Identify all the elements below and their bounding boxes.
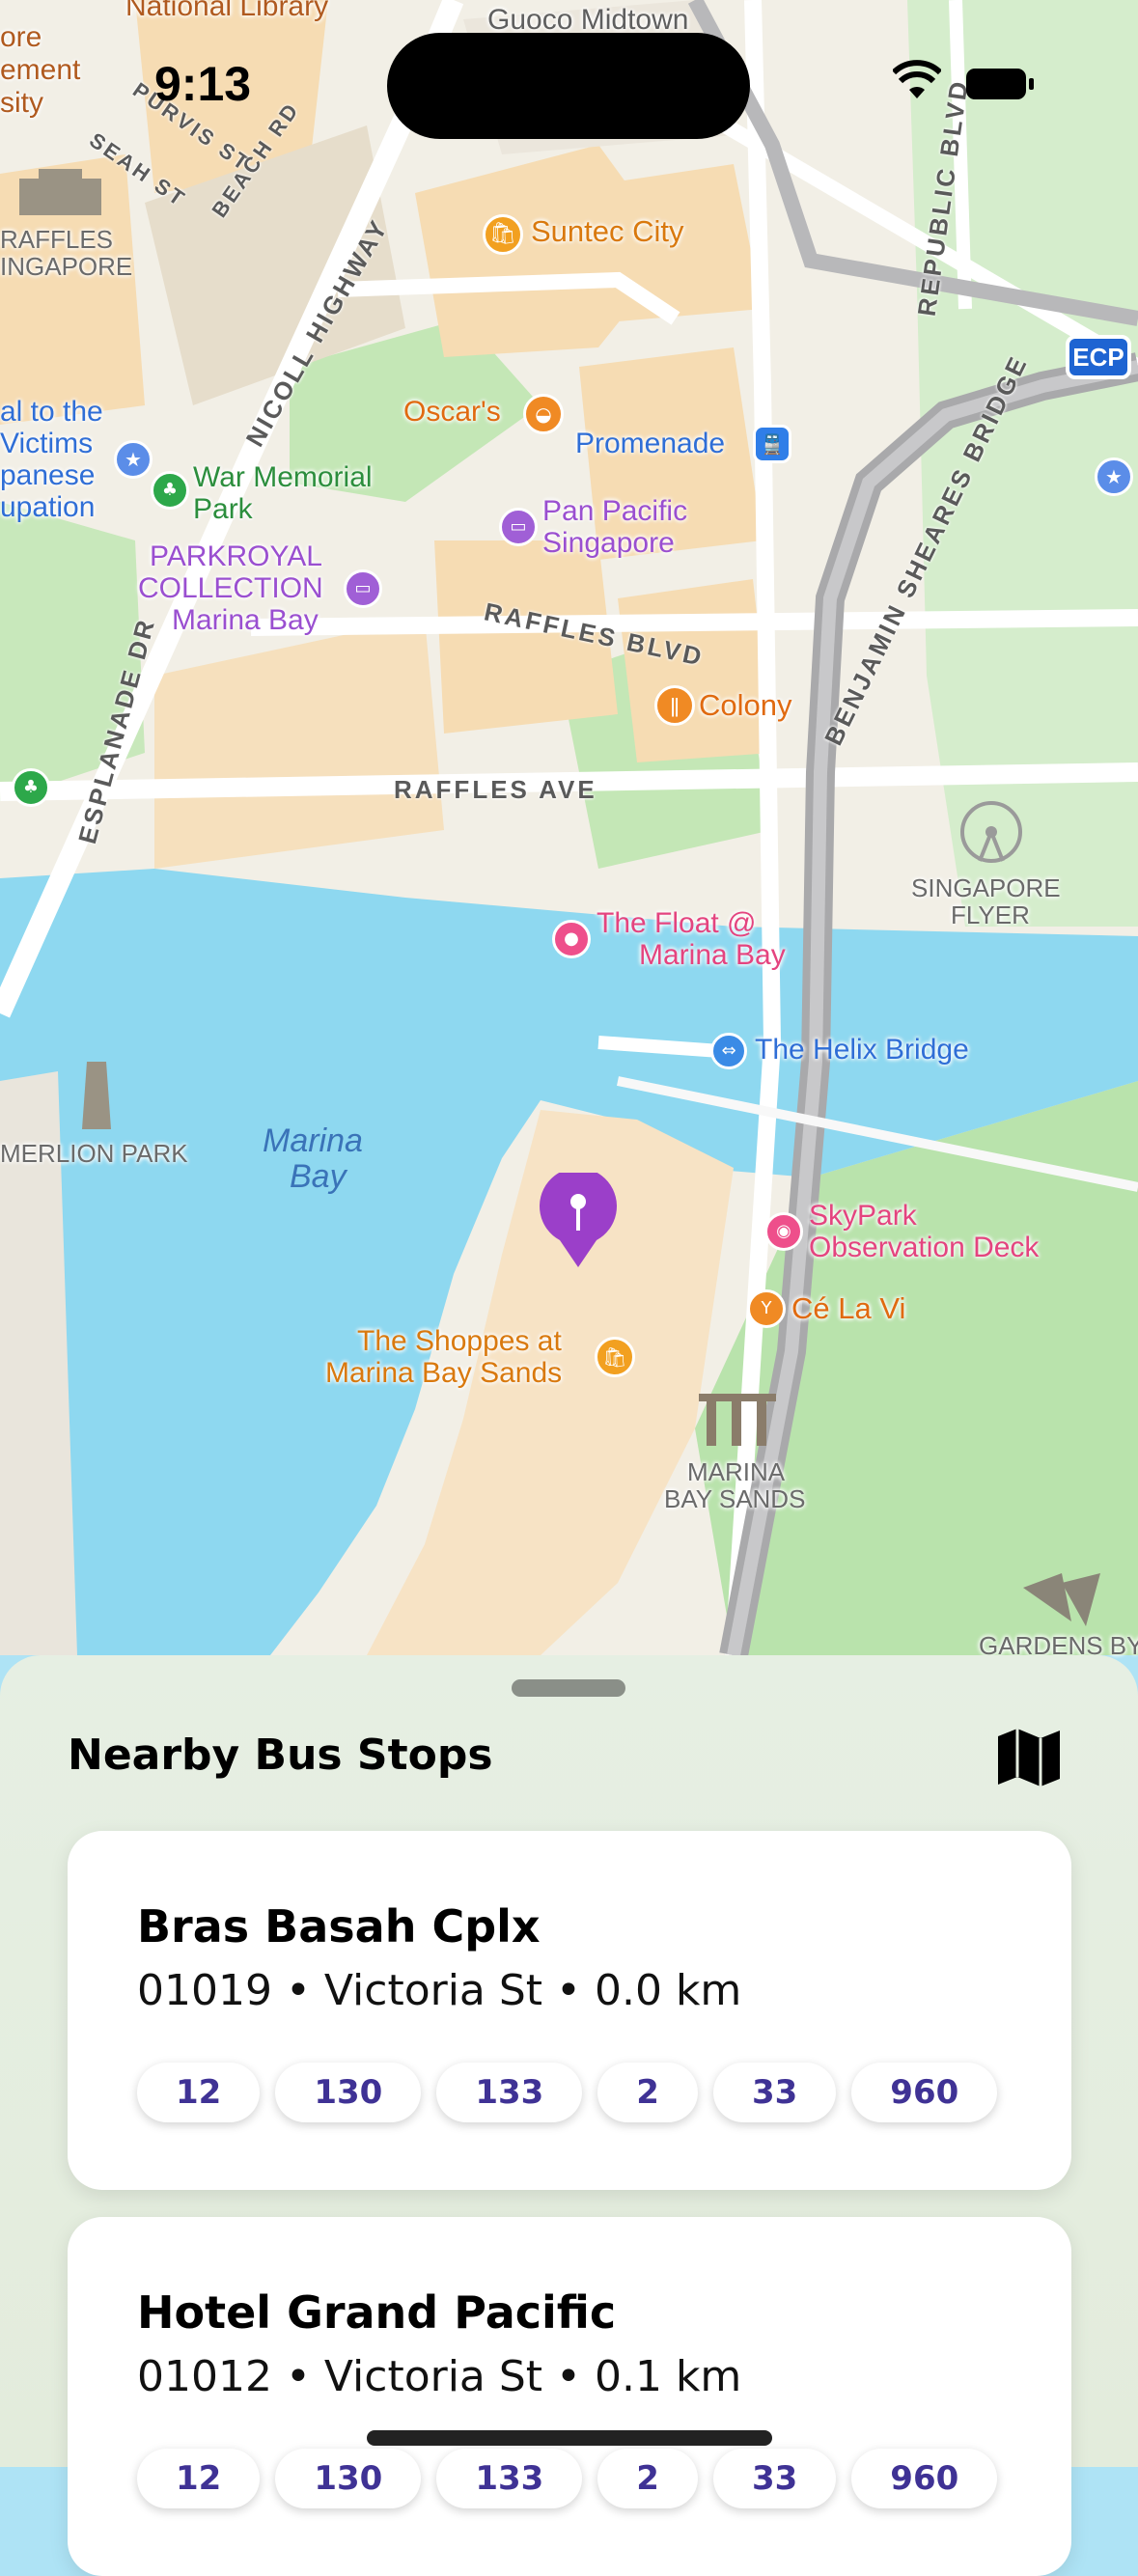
bus-service-list: 12 130 133 2 33 960 <box>137 2063 998 2122</box>
sheet-title: Nearby Bus Stops <box>68 1731 493 1780</box>
landmark-singapore-flyer-line-2[interactable]: FLYER <box>951 900 1030 930</box>
sheet-grabber[interactable] <box>512 1679 625 1697</box>
status-bar: 9:13 <box>0 0 1138 145</box>
hotel-bed-icon[interactable]: ▭ <box>344 569 382 608</box>
poi-the-float-line-1[interactable]: The Float @ <box>597 907 757 940</box>
observation-deck-icon[interactable]: ◉ <box>764 1212 803 1251</box>
poi-pan-pacific-line-1[interactable]: Pan Pacific <box>542 495 687 528</box>
bus-service-chip[interactable]: 130 <box>275 2063 422 2122</box>
poi-civilian-war-line-2: Victims <box>0 428 94 459</box>
landmark-star-icon[interactable]: ★ <box>114 440 153 479</box>
dynamic-island <box>387 33 750 139</box>
bus-service-chip[interactable]: 2 <box>597 2063 698 2122</box>
status-time: 9:13 <box>154 57 252 111</box>
poi-shoppes-line-2[interactable]: Marina Bay Sands <box>325 1357 562 1390</box>
water-label-marina-line-2: Bay <box>290 1158 347 1195</box>
water-label-marina-line-1: Marina <box>263 1122 363 1159</box>
bus-stop-name: Bras Basah Cplx <box>137 1900 541 1953</box>
poi-colony[interactable]: Colony <box>699 688 792 723</box>
bus-service-chip[interactable]: 960 <box>851 2063 998 2122</box>
poi-oscars[interactable]: Oscar's <box>403 396 501 429</box>
bus-service-chip[interactable]: 33 <box>712 2449 837 2508</box>
shopping-icon[interactable]: 🛍 <box>483 214 523 255</box>
map-icon <box>998 1729 1060 1787</box>
poi-parkroyal-line-2[interactable]: COLLECTION <box>138 572 323 605</box>
poi-promenade[interactable]: Promenade <box>575 428 725 460</box>
map-toggle-button[interactable] <box>994 1723 1064 1792</box>
map-view[interactable]: National Library Guoco Midtown ore ement… <box>0 0 1138 1660</box>
poi-pan-pacific-line-2[interactable]: Singapore <box>542 527 675 560</box>
home-indicator[interactable] <box>367 2430 772 2446</box>
bus-service-chip[interactable]: 33 <box>712 2063 837 2122</box>
park-tree-icon[interactable]: ♣ <box>12 768 50 807</box>
attraction-icon[interactable]: ● <box>552 920 591 958</box>
poi-civilian-war-line-3: panese <box>0 459 96 491</box>
landmark-raffles-line-2: INGAPORE <box>0 252 133 281</box>
landmark-singapore-flyer-line-1[interactable]: SINGAPORE <box>911 873 1061 903</box>
bus-service-chip[interactable]: 2 <box>597 2449 698 2508</box>
bar-icon[interactable]: Y <box>747 1289 786 1328</box>
poi-skypark-line-2[interactable]: Observation Deck <box>809 1232 1039 1264</box>
bus-service-chip[interactable]: 12 <box>137 2449 261 2508</box>
poi-war-memorial-line-1[interactable]: War Memorial <box>193 461 373 494</box>
bus-service-chip[interactable]: 12 <box>137 2063 261 2122</box>
shopping-icon[interactable]: 🛍 <box>595 1337 635 1377</box>
landmark-raffles-line-1: RAFFLES <box>0 225 114 254</box>
poi-ce-la-vi[interactable]: Cé La Vi <box>791 1291 905 1326</box>
expressway-badge-ecp: ECP <box>1066 335 1131 379</box>
poi-parkroyal-line-3[interactable]: Marina Bay <box>172 604 319 637</box>
bus-service-chip[interactable]: 133 <box>436 2449 583 2508</box>
poi-parkroyal-line-1[interactable]: PARKROYAL <box>150 540 322 573</box>
hotel-bed-icon[interactable]: ▭ <box>499 508 538 546</box>
landmark-merlion-park[interactable]: MERLION PARK <box>0 1139 188 1169</box>
poi-suntec-city[interactable]: Suntec City <box>531 214 684 249</box>
park-tree-icon[interactable]: ♣ <box>151 471 189 510</box>
battery-icon <box>966 69 1034 99</box>
wifi-icon <box>893 60 941 98</box>
bus-stop-card[interactable]: Hotel Grand Pacific 01012 • Victoria St … <box>68 2217 1071 2576</box>
poi-civilian-war-line-4: upation <box>0 491 96 523</box>
bus-service-chip[interactable]: 133 <box>436 2063 583 2122</box>
poi-skypark-line-1[interactable]: SkyPark <box>809 1200 917 1233</box>
bus-service-chip[interactable]: 960 <box>851 2449 998 2508</box>
restaurant-icon[interactable]: ǁ <box>654 685 695 726</box>
poi-shoppes-line-1[interactable]: The Shoppes at <box>357 1325 562 1358</box>
nearby-stops-sheet[interactable]: Nearby Bus Stops Bras Basah Cplx 01019 •… <box>0 1655 1138 2576</box>
bus-stop-info: 01019 • Victoria St • 0.0 km <box>137 1966 742 2015</box>
landmark-mbs-line-1[interactable]: MARINA <box>687 1457 785 1487</box>
landmark-mbs-line-2[interactable]: BAY SANDS <box>664 1484 805 1514</box>
bus-service-list: 12 130 133 2 33 960 <box>137 2449 998 2508</box>
landmark-star-icon[interactable]: ★ <box>1095 457 1133 496</box>
hotel-icon[interactable]: ◒ <box>523 394 564 434</box>
poi-helix-bridge[interactable]: The Helix Bridge <box>755 1034 969 1066</box>
poi-war-memorial-line-2[interactable]: Park <box>193 493 253 526</box>
pin-marker-icon <box>540 1167 617 1267</box>
poi-civilian-war-line-1: al to the <box>0 396 103 428</box>
bridge-icon[interactable]: ⇔ <box>710 1033 747 1069</box>
bus-service-chip[interactable]: 130 <box>275 2449 422 2508</box>
bus-stop-name: Hotel Grand Pacific <box>137 2286 617 2339</box>
road-raffles-ave: RAFFLES AVE <box>394 775 597 804</box>
selected-location-pin[interactable] <box>537 1167 620 1269</box>
bus-stop-info: 01012 • Victoria St • 0.1 km <box>137 2352 742 2401</box>
bus-stop-card[interactable]: Bras Basah Cplx 01019 • Victoria St • 0.… <box>68 1831 1071 2190</box>
train-station-icon[interactable]: 🚆 <box>753 425 791 463</box>
poi-the-float-line-2[interactable]: Marina Bay <box>639 939 786 972</box>
